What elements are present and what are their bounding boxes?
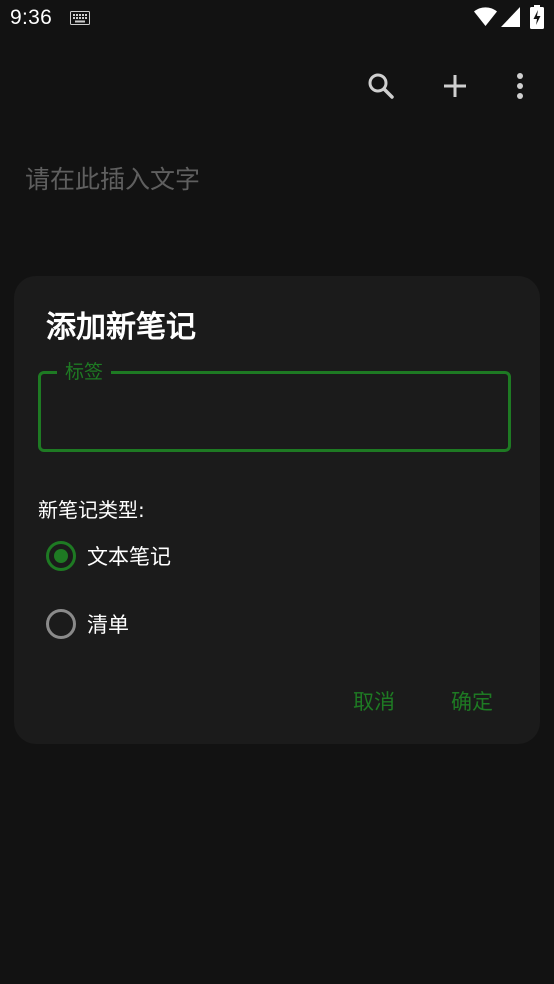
- status-time: 9:36: [10, 6, 53, 29]
- option-checklist-label: 清单: [87, 613, 129, 637]
- option-text-note-label: 文本笔记: [87, 545, 171, 569]
- dialog-title: 添加新笔记: [46, 310, 196, 345]
- more-options-button[interactable]: [498, 64, 542, 108]
- radio-checked-icon[interactable]: [46, 541, 76, 571]
- keyboard-icon: [70, 11, 90, 25]
- note-type-label: 新笔记类型:: [38, 498, 145, 522]
- add-button[interactable]: [433, 64, 477, 108]
- tag-input[interactable]: [57, 392, 501, 434]
- cancel-button[interactable]: 取消: [353, 686, 395, 716]
- ok-button[interactable]: 确定: [451, 686, 493, 716]
- add-icon: [444, 75, 466, 97]
- tag-field[interactable]: 标签: [38, 360, 511, 452]
- tag-field-label: 标签: [57, 360, 112, 384]
- search-icon: [368, 73, 394, 99]
- battery-charging-icon: [530, 5, 544, 29]
- app-screen: 9:36 请在此插入文字 添加新笔记 标签 新笔记类型: 文本笔记 清单 取消 …: [0, 0, 554, 984]
- search-button[interactable]: [359, 64, 403, 108]
- more-vert-icon: [517, 73, 523, 99]
- wifi-icon: [474, 7, 497, 26]
- option-text-note[interactable]: 文本笔记: [46, 536, 171, 576]
- signal-icon: [501, 7, 520, 27]
- note-text-placeholder[interactable]: 请在此插入文字: [25, 160, 200, 196]
- add-note-dialog: 添加新笔记 标签 新笔记类型: 文本笔记 清单 取消 确定: [14, 276, 540, 744]
- radio-unchecked-icon[interactable]: [46, 609, 76, 639]
- option-checklist[interactable]: 清单: [46, 604, 129, 644]
- status-bar: 9:36: [0, 0, 554, 38]
